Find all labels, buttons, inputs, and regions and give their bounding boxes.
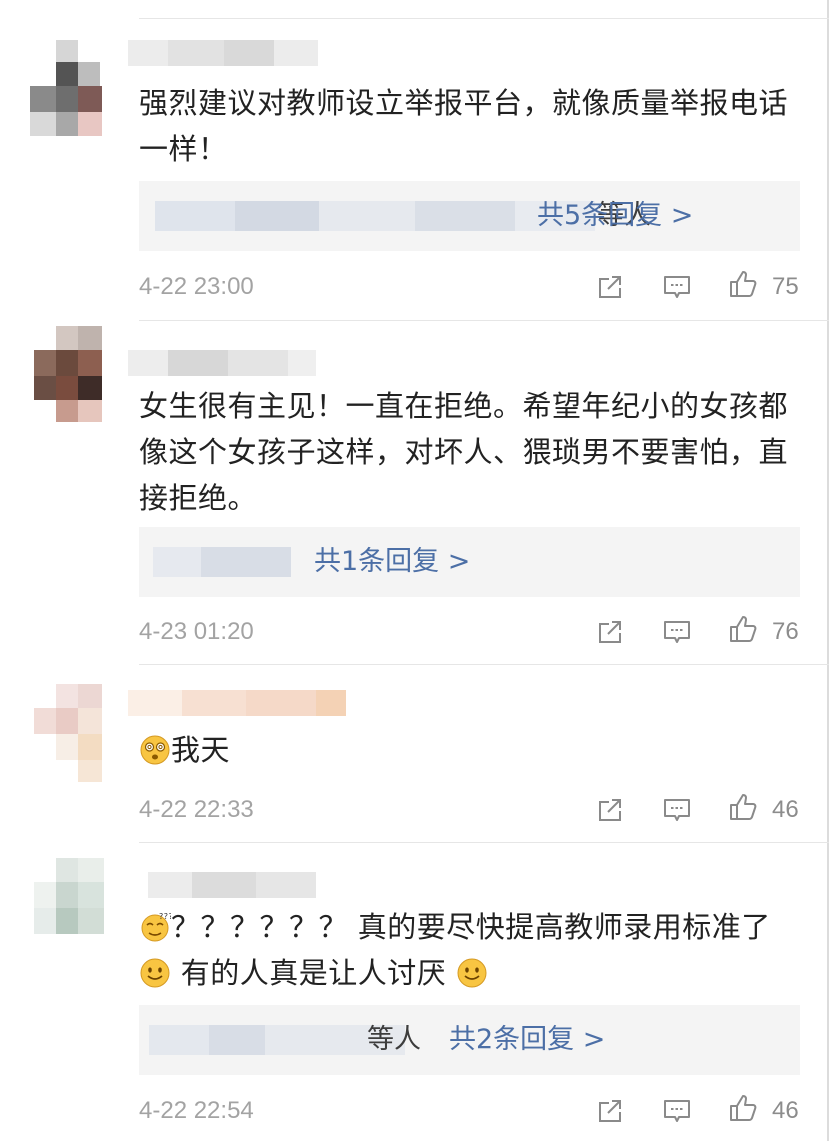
like-count: 75 [772,273,799,300]
dizzy-face-emoji [139,734,171,766]
thumbs-up-icon[interactable] [727,1092,759,1124]
like-count: 46 [772,796,799,823]
divider [139,18,829,19]
comment-icon[interactable] [661,271,693,303]
smile-emoji [139,957,171,989]
comment-text-line1: ？？？？？？ 真的要尽快提高教师录用标准了 [171,910,771,944]
view-replies-link[interactable]: 共5条回复 > [537,198,693,234]
comment-icon[interactable] [661,794,693,826]
comment-text: ???？？？？？？ 真的要尽快提高教师录用标准了 有的人真是让人讨厌 [139,904,799,996]
reply-users-blurred [155,201,235,231]
view-replies-link[interactable]: 共2条回复 > [449,1022,605,1058]
like-count: 46 [772,1097,799,1124]
thumbs-up-icon[interactable] [727,613,759,645]
reply-users-blurred [153,547,201,577]
thumbs-up-icon[interactable] [727,268,759,300]
share-icon[interactable] [594,271,626,303]
comment-text-line2: 有的人真是让人讨厌 [180,956,447,990]
comment-text-body: 我天 [171,733,231,767]
comment-icon[interactable] [661,1095,693,1127]
view-replies-link[interactable]: 共1条回复 > [314,544,470,580]
like-count: 76 [772,618,799,645]
comment-text: 强烈建议对教师设立举报平台，就像质量举报电话一样！ [139,86,789,166]
comment-text: 女生很有主见！一直在拒绝。希望年纪小的女孩都像这个女孩子这样，对坏人、猥琐男不要… [139,389,789,515]
thumbs-up-icon[interactable] [727,791,759,823]
reply-preview[interactable]: 等人 共2条回复 > [139,1005,800,1075]
reply-preview[interactable]: 等人 共5条回复 > [139,181,800,251]
comment-timestamp: 4-22 22:33 [139,796,254,823]
avatar[interactable] [28,684,128,784]
divider [139,842,829,843]
avatar[interactable] [28,854,128,954]
avatar[interactable] [28,326,128,426]
reply-preview[interactable]: 共1条回复 > [139,527,800,597]
comment-list: 强烈建议对教师设立举报平台，就像质量举报电话一样！ 等人 共5条回复 > 4-2… [0,0,829,1141]
comment-timestamp: 4-22 23:00 [139,273,254,300]
comment-text: 我天 [139,727,799,773]
svg-text:???: ??? [159,912,171,921]
reply-users-suffix: 等人 [367,1024,421,1055]
share-icon[interactable] [594,794,626,826]
avatar[interactable] [28,40,128,140]
comment-icon[interactable] [661,616,693,648]
reply-users-blurred [149,1025,209,1055]
smile-emoji [456,957,488,989]
divider [139,320,829,321]
comment-timestamp: 4-22 22:54 [139,1097,254,1124]
share-icon[interactable] [594,616,626,648]
share-icon[interactable] [594,1095,626,1127]
divider [139,664,829,665]
comment-timestamp: 4-23 01:20 [139,618,254,645]
confused-face-emoji: ??? [139,911,171,943]
